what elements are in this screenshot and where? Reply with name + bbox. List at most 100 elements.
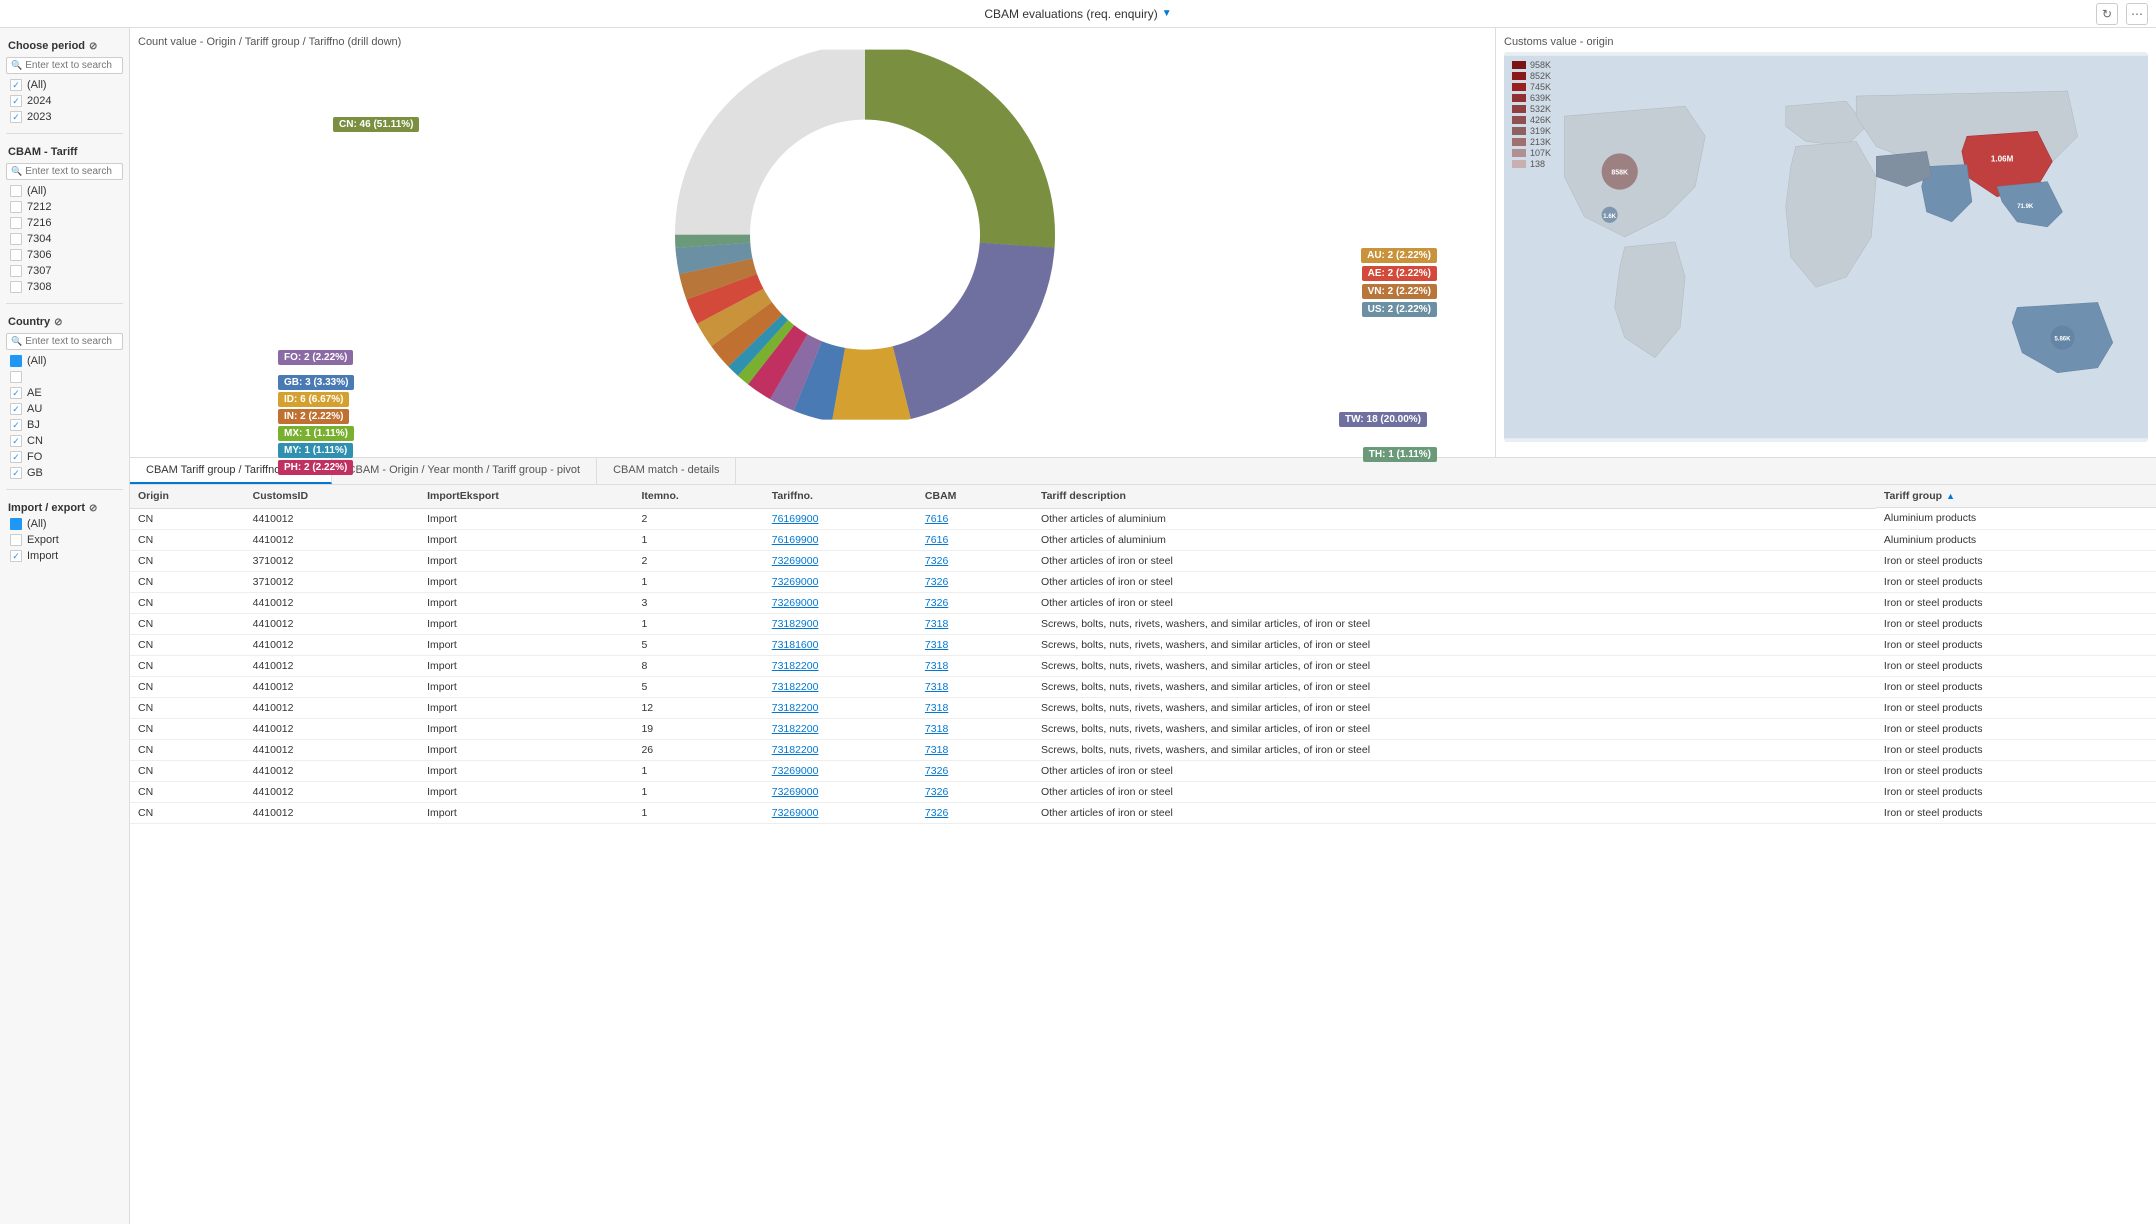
- tariff-7306-checkbox[interactable]: [10, 249, 22, 261]
- table-panel: CBAM Tariff group / Tariffno - chart CBA…: [130, 458, 2156, 1224]
- importexport-import-checkbox[interactable]: [10, 550, 22, 562]
- refresh-icon[interactable]: ↻: [2096, 3, 2118, 25]
- tariff-search-box[interactable]: 🔍: [6, 163, 123, 180]
- table-row: CN4410012Import1732690007326Other articl…: [130, 802, 2156, 823]
- legend-852k: 852K: [1512, 71, 1551, 81]
- period-all-checkbox[interactable]: [10, 79, 22, 91]
- label-th: TH: 1 (1.11%): [1363, 447, 1437, 462]
- country-search-input[interactable]: [25, 336, 118, 347]
- col-importeksport: ImportEksport: [419, 485, 633, 508]
- table-row: CN4410012Import5731816007318Screws, bolt…: [130, 634, 2156, 655]
- country-filter-icon[interactable]: ⊘: [54, 317, 62, 328]
- tariff-search-input[interactable]: [25, 166, 118, 177]
- importexport-import-item[interactable]: Import: [6, 548, 123, 564]
- tab-details[interactable]: CBAM match - details: [597, 458, 736, 484]
- country-gb-checkbox[interactable]: [10, 467, 22, 479]
- svg-text:71.9K: 71.9K: [2017, 204, 2034, 210]
- header-icons: ↻ ⋯: [2096, 3, 2148, 25]
- table-body: CN4410012Import2761699007616Other articl…: [130, 508, 2156, 823]
- tariff-7212-item[interactable]: 7212: [6, 199, 123, 215]
- period-section-title: Choose period ⊘: [6, 36, 123, 54]
- country-bj-checkbox[interactable]: [10, 419, 22, 431]
- table-row: CN3710012Import1732690007326Other articl…: [130, 571, 2156, 592]
- legend-426k: 426K: [1512, 115, 1551, 125]
- svg-text:1.06M: 1.06M: [1991, 154, 2014, 163]
- country-fo-checkbox[interactable]: [10, 451, 22, 463]
- country-gb-item[interactable]: GB: [6, 465, 123, 481]
- country-au-checkbox[interactable]: [10, 403, 22, 415]
- country-blank-checkbox[interactable]: [10, 371, 22, 383]
- period-search-box[interactable]: 🔍: [6, 57, 123, 74]
- tariff-7216-checkbox[interactable]: [10, 217, 22, 229]
- table-header: Origin CustomsID ImportEksport Itemno. T…: [130, 485, 2156, 508]
- importexport-all-checkbox[interactable]: [10, 518, 22, 530]
- country-cn-item[interactable]: CN: [6, 433, 123, 449]
- period-filter-icon[interactable]: ⊘: [89, 41, 97, 52]
- country-bj-item[interactable]: BJ: [6, 417, 123, 433]
- tariff-7307-item[interactable]: 7307: [6, 263, 123, 279]
- country-all-item[interactable]: (All): [6, 353, 123, 369]
- tariff-7308-checkbox[interactable]: [10, 281, 22, 293]
- legend-213k: 213K: [1512, 137, 1551, 147]
- col-tariffno: Tariffno.: [764, 485, 917, 508]
- importexport-all-item[interactable]: (All): [6, 516, 123, 532]
- tariff-7212-checkbox[interactable]: [10, 201, 22, 213]
- table-row: CN4410012Import1732690007326Other articl…: [130, 760, 2156, 781]
- country-ae-item[interactable]: AE: [6, 385, 123, 401]
- table-row: CN4410012Import12731822007318Screws, bol…: [130, 697, 2156, 718]
- tariff-search-icon: 🔍: [11, 166, 22, 177]
- table-row: CN3710012Import2732690007326Other articl…: [130, 550, 2156, 571]
- label-us: US: 2 (2.22%): [1362, 302, 1437, 317]
- period-2024-checkbox[interactable]: [10, 95, 22, 107]
- svg-text:1.6K: 1.6K: [1603, 214, 1616, 220]
- country-au-item[interactable]: AU: [6, 401, 123, 417]
- tab-pivot[interactable]: CBAM - Origin / Year month / Tariff grou…: [332, 458, 598, 484]
- table-row: CN4410012Import1761699007616Other articl…: [130, 529, 2156, 550]
- period-2023-checkbox[interactable]: [10, 111, 22, 123]
- period-2024-item[interactable]: 2024: [6, 93, 123, 109]
- tariff-7307-checkbox[interactable]: [10, 265, 22, 277]
- import-export-title: Import / export ⊘: [6, 498, 123, 516]
- col-customsid: CustomsID: [245, 485, 419, 508]
- sidebar: Choose period ⊘ 🔍 (All) 2024 2023: [0, 28, 130, 1224]
- tariff-7306-item[interactable]: 7306: [6, 247, 123, 263]
- label-vn: VN: 2 (2.22%): [1362, 284, 1437, 299]
- country-all-checkbox[interactable]: [10, 355, 22, 367]
- country-ae-checkbox[interactable]: [10, 387, 22, 399]
- label-au: AU: 2 (2.22%): [1361, 248, 1437, 263]
- table-row: CN4410012Import2761699007616Other articl…: [130, 508, 2156, 529]
- label-my: MY: 1 (1.11%): [278, 443, 353, 458]
- country-blank-item[interactable]: [6, 369, 123, 385]
- country-search-icon: 🔍: [11, 336, 22, 347]
- importexport-export-checkbox[interactable]: [10, 534, 22, 546]
- legend-958k: 958K: [1512, 60, 1551, 70]
- country-section: Country ⊘ 🔍 (All) AE AU: [0, 308, 129, 485]
- tariff-all-item[interactable]: (All): [6, 183, 123, 199]
- label-gb: GB: 3 (3.33%): [278, 375, 354, 390]
- country-cn-checkbox[interactable]: [10, 435, 22, 447]
- country-fo-item[interactable]: FO: [6, 449, 123, 465]
- tariff-7304-item[interactable]: 7304: [6, 231, 123, 247]
- import-export-filter-icon[interactable]: ⊘: [89, 503, 97, 514]
- period-section: Choose period ⊘ 🔍 (All) 2024 2023: [0, 32, 129, 129]
- tariff-section: CBAM - Tariff 🔍 (All) 7212 7216 7304: [0, 138, 129, 299]
- country-search-box[interactable]: 🔍: [6, 333, 123, 350]
- svg-text:858K: 858K: [1611, 170, 1629, 177]
- data-table: Origin CustomsID ImportEksport Itemno. T…: [130, 485, 2156, 1224]
- table-row: CN4410012Import3732690007326Other articl…: [130, 592, 2156, 613]
- period-all-item[interactable]: (All): [6, 77, 123, 93]
- settings-icon[interactable]: ⋯: [2126, 3, 2148, 25]
- period-2023-item[interactable]: 2023: [6, 109, 123, 125]
- map-panel-title: Customs value - origin: [1504, 36, 2148, 48]
- tariff-7304-checkbox[interactable]: [10, 233, 22, 245]
- importexport-export-item[interactable]: Export: [6, 532, 123, 548]
- tariff-7308-item[interactable]: 7308: [6, 279, 123, 295]
- period-search-input[interactable]: [25, 60, 118, 71]
- table-row: CN4410012Import5731822007318Screws, bolt…: [130, 676, 2156, 697]
- app-title: CBAM evaluations (req. enquiry): [984, 7, 1157, 21]
- label-ae: AE: 2 (2.22%): [1362, 266, 1437, 281]
- label-tw: TW: 18 (20.00%): [1339, 412, 1427, 427]
- tariff-7216-item[interactable]: 7216: [6, 215, 123, 231]
- tariff-all-checkbox[interactable]: [10, 185, 22, 197]
- legend-319k: 319K: [1512, 126, 1551, 136]
